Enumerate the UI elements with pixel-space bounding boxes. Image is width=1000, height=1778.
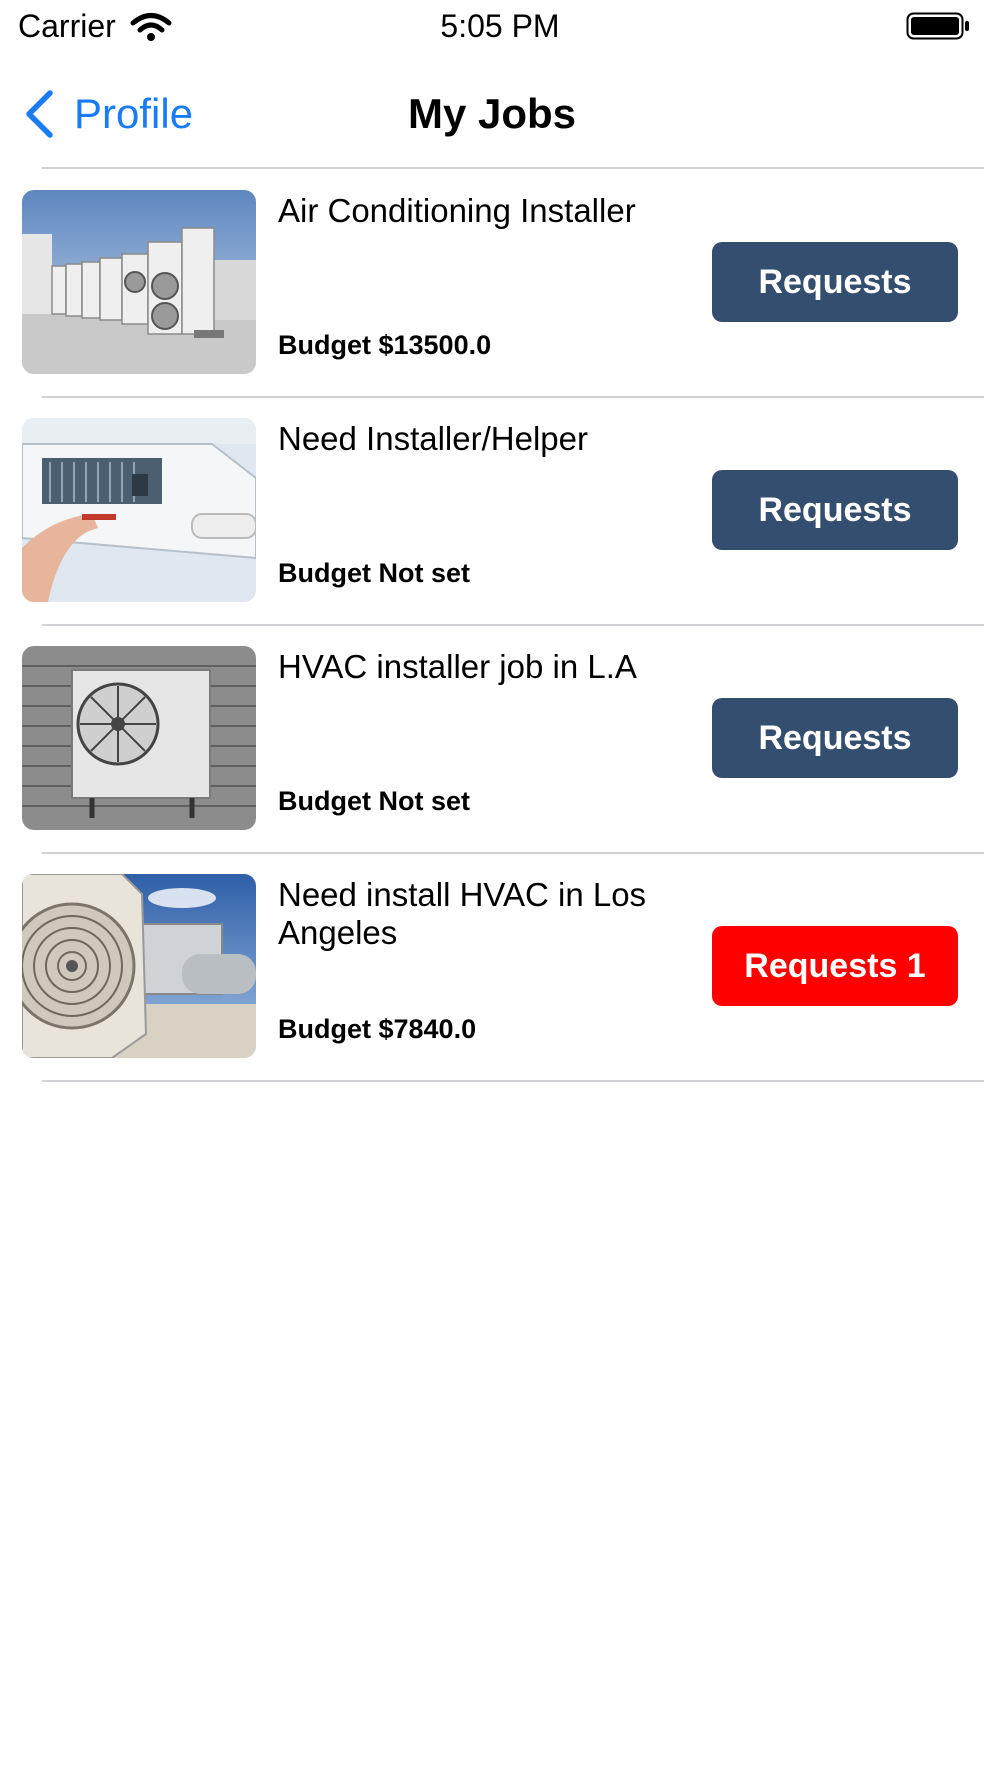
job-title: HVAC installer job in L.A — [278, 648, 637, 685]
requests-button[interactable]: Requests 1 — [712, 926, 958, 1006]
status-bar: Carrier 5:05 PM — [0, 0, 1000, 56]
job-row[interactable]: Need install HVAC in Los Angeles Budget … — [0, 854, 1000, 1082]
job-image — [22, 646, 256, 830]
job-row[interactable]: Air Conditioning Installer Budget $13500… — [0, 170, 1000, 398]
requests-button[interactable]: Requests — [712, 470, 958, 550]
job-budget: Budget $13500.0 — [278, 330, 492, 360]
job-budget: Budget $7840.0 — [278, 1014, 477, 1044]
job-row[interactable]: HVAC installer job in L.A Budget Not set… — [0, 626, 1000, 854]
requests-button[interactable]: Requests — [712, 698, 958, 778]
job-budget: Budget Not set — [278, 558, 470, 588]
battery-icon — [906, 12, 969, 40]
page-title: My Jobs — [407, 90, 577, 137]
job-image — [22, 190, 256, 374]
divider — [42, 167, 984, 169]
job-row[interactable]: Need Installer/Helper Budget Not set Req… — [0, 398, 1000, 626]
clock: 5:05 PM — [440, 8, 560, 44]
job-title: Need Installer/Helper — [278, 420, 588, 457]
job-title: Need install HVAC in Los Angeles — [278, 876, 647, 951]
requests-button[interactable]: Requests — [712, 242, 958, 322]
job-image — [22, 418, 256, 602]
jobs-list: Air Conditioning Installer Budget $13500… — [0, 170, 1000, 1082]
navigation-bar: Profile My Jobs — [0, 56, 1000, 169]
divider — [42, 1080, 984, 1082]
job-budget: Budget Not set — [278, 786, 470, 816]
job-image — [22, 874, 256, 1058]
job-title: Air Conditioning Installer — [278, 192, 636, 229]
